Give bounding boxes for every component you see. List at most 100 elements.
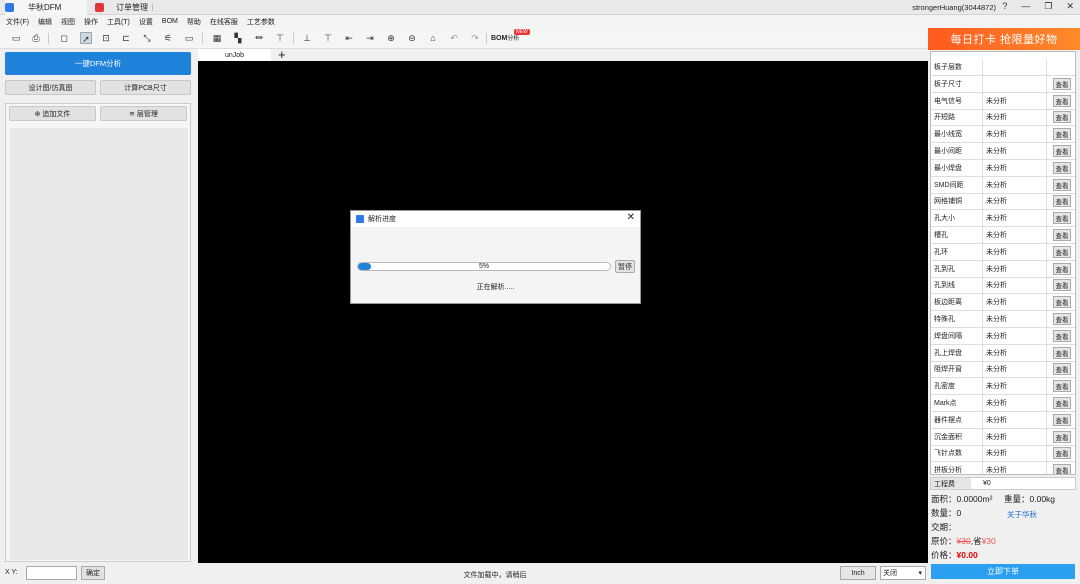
save-value: ¥30	[981, 536, 996, 546]
app-logo-icon	[5, 3, 14, 12]
menu-online-service[interactable]: 在线客服	[210, 17, 238, 27]
design-sim-button[interactable]: 设计图/仿真图	[5, 80, 96, 95]
menu-settings[interactable]: 设置	[139, 17, 153, 27]
pcb-canvas[interactable]	[198, 61, 928, 563]
box-select-icon[interactable]: ⊡	[100, 32, 112, 44]
redo-icon[interactable]: ↷	[469, 32, 481, 44]
analysis-item-name: 板边距离	[931, 294, 983, 311]
view-button[interactable]: 查看	[1053, 296, 1071, 309]
home-icon[interactable]: ⌂	[427, 32, 439, 44]
tab-huaqiu-dfm[interactable]: 华秋DFM	[5, 0, 87, 15]
about-huaqiu-link[interactable]: 关于华秋	[1007, 509, 1037, 520]
align-top-icon[interactable]: ⊤	[322, 32, 334, 44]
align-right-icon[interactable]: ⇥	[364, 32, 376, 44]
tab-order-management[interactable]: 订单管理	[95, 0, 165, 15]
toolbar-divider	[202, 33, 203, 44]
trace-icon[interactable]: ⏛	[253, 32, 265, 44]
select-pointer-icon[interactable]: ➚	[80, 32, 92, 44]
analysis-item-status: 未分析	[983, 143, 1047, 159]
snap-icon[interactable]: ⊏	[120, 32, 132, 44]
view-button[interactable]: 查看	[1053, 245, 1071, 258]
view-button[interactable]: 查看	[1053, 262, 1071, 275]
window-icon[interactable]: ◻	[58, 32, 70, 44]
view-button[interactable]: 查看	[1053, 94, 1071, 107]
align-left-icon[interactable]: ⇤	[343, 32, 355, 44]
menu-operate[interactable]: 操作	[84, 17, 98, 27]
view-button[interactable]: 查看	[1053, 346, 1071, 359]
zoom-out-icon[interactable]: ⊖	[406, 32, 418, 44]
analysis-row: 器件摆点 未分析 查看	[931, 411, 1075, 429]
layers-icon[interactable]: ▚	[232, 32, 244, 44]
restore-icon[interactable]: ❐	[1044, 1, 1052, 12]
parsing-status: 正在解析.....	[476, 284, 515, 291]
view-button[interactable]: 查看	[1053, 313, 1071, 325]
view-button[interactable]: 查看	[1053, 430, 1071, 443]
undo-icon[interactable]: ↶	[448, 32, 460, 44]
job-tab[interactable]: unJob	[198, 49, 271, 61]
analysis-item-action: 查看	[1047, 313, 1075, 325]
ruler-icon[interactable]: ▭	[183, 32, 195, 44]
menu-view[interactable]: 视图	[61, 17, 75, 27]
analysis-item-name: 孔密度	[931, 378, 983, 395]
one-click-dfm-button[interactable]: 一键DFM分析	[5, 52, 191, 75]
price-label: 价格：	[931, 550, 957, 560]
grid-icon[interactable]: ▦	[211, 32, 223, 44]
analysis-row: 焊盘间隔 未分析 查看	[931, 327, 1075, 345]
menu-file[interactable]: 文件(F)	[6, 17, 29, 27]
print-icon[interactable]: ⎙	[30, 32, 42, 44]
view-button[interactable]: 查看	[1053, 145, 1071, 157]
price-value: ¥0.00	[956, 550, 978, 560]
minimize-icon[interactable]: —	[1021, 1, 1030, 12]
analysis-item-action: 查看	[1047, 94, 1075, 107]
view-button[interactable]: 查看	[1053, 447, 1071, 460]
view-button[interactable]: 查看	[1053, 329, 1071, 342]
menu-help[interactable]: 帮助	[187, 17, 201, 27]
zoom-in-icon[interactable]: ⊕	[385, 32, 397, 44]
menu-bom[interactable]: BOM	[162, 18, 178, 25]
view-button[interactable]: 查看	[1053, 464, 1071, 474]
menu-edit[interactable]: 编辑	[38, 17, 52, 27]
align-bottom-icon[interactable]: ⊥	[301, 32, 313, 44]
help-icon[interactable]: ?	[1002, 1, 1007, 12]
view-button[interactable]: 查看	[1053, 380, 1071, 393]
analysis-row: 孔环 未分析 查看	[931, 243, 1075, 261]
view-button[interactable]: 查看	[1053, 128, 1071, 141]
pause-button[interactable]: 暂停	[615, 260, 635, 273]
open-folder-icon[interactable]: ▭	[10, 32, 22, 44]
view-button[interactable]: 查看	[1053, 212, 1071, 225]
view-button[interactable]: 查看	[1053, 195, 1071, 208]
view-button[interactable]: 查看	[1053, 397, 1071, 409]
analysis-item-name: 最小焊盘	[931, 159, 983, 176]
probe-icon[interactable]: ⊤	[274, 32, 286, 44]
engineering-fee-row: 工程费 ¥0	[930, 477, 1076, 490]
promo-banner[interactable]: 每日打卡 抢限量好物	[928, 28, 1080, 50]
close-icon[interactable]: ✕	[627, 212, 635, 223]
add-tab-icon[interactable]: +	[278, 47, 286, 62]
filter-icon[interactable]: ⚟	[162, 32, 174, 44]
menu-process-params[interactable]: 工艺参数	[247, 17, 275, 27]
analysis-item-status: 未分析	[983, 277, 1047, 294]
route-icon[interactable]: ⤡	[141, 32, 153, 44]
user-name: strongerHuang(3044872)	[912, 3, 996, 12]
view-button[interactable]: 查看	[1053, 279, 1071, 292]
menu-tools[interactable]: 工具(T)	[107, 17, 130, 27]
unit-button[interactable]: Inch	[840, 566, 876, 580]
analysis-row: 孔密度 未分析 查看	[931, 378, 1075, 396]
close-icon[interactable]: ✕	[1066, 1, 1074, 12]
add-file-button[interactable]: ⊕ 追加文件	[9, 106, 96, 121]
analysis-item-status: 未分析	[983, 109, 1047, 126]
view-button[interactable]: 查看	[1053, 111, 1071, 124]
calc-pcb-size-button[interactable]: 计算PCB尺寸	[100, 80, 191, 95]
analysis-item-action: 查看	[1047, 430, 1075, 443]
analysis-item-action: 查看	[1047, 229, 1075, 241]
view-button[interactable]: 查看	[1053, 229, 1071, 241]
view-button[interactable]: 查看	[1053, 178, 1071, 191]
view-button[interactable]: 查看	[1053, 77, 1071, 90]
analysis-item-action: 查看	[1047, 380, 1075, 393]
analysis-row: 开短路 未分析 查看	[931, 109, 1075, 127]
layer-management-button[interactable]: ≋ 层管理	[100, 106, 187, 121]
close-select[interactable]: 关闭 ▾	[880, 566, 926, 580]
view-button[interactable]: 查看	[1053, 161, 1071, 174]
view-button[interactable]: 查看	[1053, 413, 1071, 426]
view-button[interactable]: 查看	[1053, 363, 1071, 376]
